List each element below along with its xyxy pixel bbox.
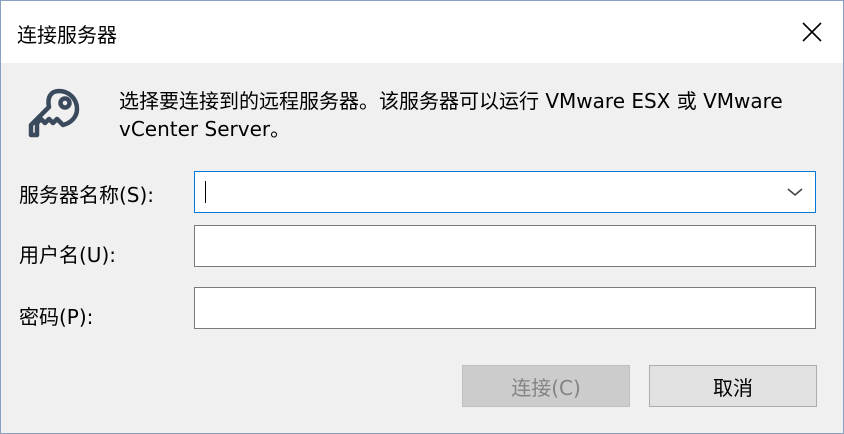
- dialog-title: 连接服务器: [17, 23, 117, 47]
- server-name-input[interactable]: [195, 172, 815, 212]
- cancel-button[interactable]: 取消: [649, 365, 817, 407]
- password-label: 密码(P):: [19, 305, 94, 329]
- dialog-description: 选择要连接到的远程服务器。该服务器可以运行 VMware ESX 或 VMwar…: [119, 89, 783, 141]
- password-field[interactable]: [194, 287, 816, 329]
- close-button[interactable]: [781, 1, 843, 63]
- username-label: 用户名(U):: [19, 243, 116, 267]
- title-bar: 连接服务器: [1, 1, 843, 63]
- username-field[interactable]: [194, 225, 816, 267]
- text-caret: [205, 181, 206, 203]
- connect-button[interactable]: 连接(C): [462, 365, 630, 407]
- chevron-down-icon: [787, 188, 803, 197]
- connect-server-dialog: 连接服务器 选择要连接到的远程服务器。该服务器可以运行 VMware ESX 或…: [0, 0, 844, 434]
- close-icon: [802, 22, 822, 42]
- key-icon: [28, 88, 80, 138]
- server-dropdown-button[interactable]: [781, 172, 809, 212]
- server-name-combobox[interactable]: [194, 171, 816, 213]
- server-name-label: 服务器名称(S):: [19, 183, 155, 207]
- username-input[interactable]: [195, 226, 815, 266]
- password-input[interactable]: [195, 288, 815, 328]
